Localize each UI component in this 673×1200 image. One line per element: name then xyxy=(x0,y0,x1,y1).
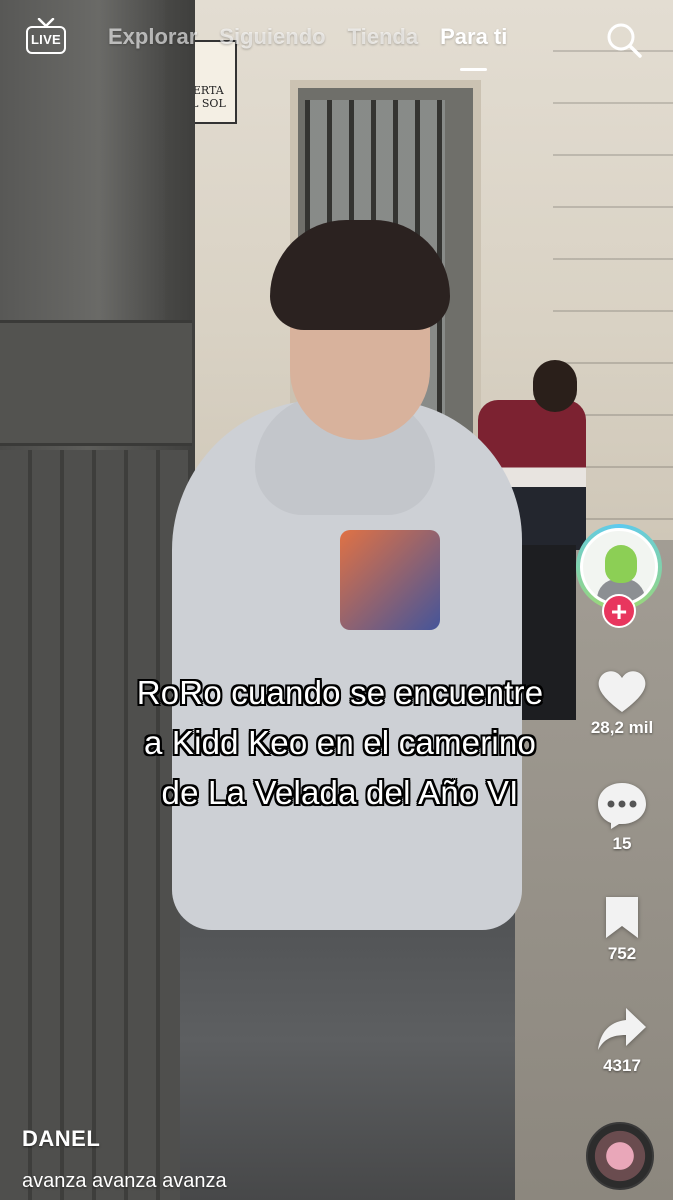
tab-explorar[interactable]: Explorar xyxy=(108,24,197,58)
top-nav: LIVE Explorar Siguiendo Tienda Para ti xyxy=(0,0,673,90)
hoodie-logo xyxy=(340,530,440,630)
like-button[interactable]: 28,2 mil xyxy=(574,668,670,738)
comment-button[interactable]: 15 xyxy=(574,780,670,854)
live-button[interactable]: LIVE xyxy=(26,18,70,58)
comment-icon xyxy=(598,783,646,829)
share-icon xyxy=(598,1008,646,1050)
live-label: LIVE xyxy=(26,26,66,54)
share-count: 4317 xyxy=(603,1056,641,1075)
post-description: avanza avanza avanza xyxy=(22,1170,227,1192)
author-name[interactable]: DANEL xyxy=(22,1126,100,1152)
heart-icon xyxy=(598,671,646,712)
caption-line: RoRo cuando se encuentre xyxy=(136,674,544,711)
bookmark-icon xyxy=(606,897,638,938)
tab-para-ti[interactable]: Para ti xyxy=(440,24,508,71)
share-button[interactable]: 4317 xyxy=(574,1006,670,1076)
video-frame[interactable]: PUERTA DEL SOL xyxy=(0,0,673,1200)
tab-para-ti-label: Para ti xyxy=(440,24,508,49)
search-button[interactable] xyxy=(604,20,644,60)
video-caption: RoRo cuando se encuentre a Kidd Keo en e… xyxy=(70,668,610,818)
feed-tabs: Explorar Siguiendo Tienda Para ti xyxy=(108,24,508,71)
plus-icon: + xyxy=(610,596,628,627)
caption-line: a Kidd Keo en el camerino xyxy=(143,724,537,761)
comment-count: 15 xyxy=(612,834,632,853)
bookmark-count: 752 xyxy=(607,944,637,963)
sound-disc[interactable] xyxy=(586,1122,654,1190)
caption-line: de La Velada del Año VI xyxy=(161,774,519,811)
active-tab-indicator xyxy=(460,68,488,71)
tab-tienda[interactable]: Tienda xyxy=(348,24,419,58)
follow-button[interactable]: + xyxy=(602,594,636,628)
like-count: 28,2 mil xyxy=(590,718,654,737)
tab-siguiendo[interactable]: Siguiendo xyxy=(219,24,325,58)
bookmark-button[interactable]: 752 xyxy=(574,894,670,964)
search-icon xyxy=(607,23,642,58)
stone-pillar xyxy=(0,0,195,1200)
